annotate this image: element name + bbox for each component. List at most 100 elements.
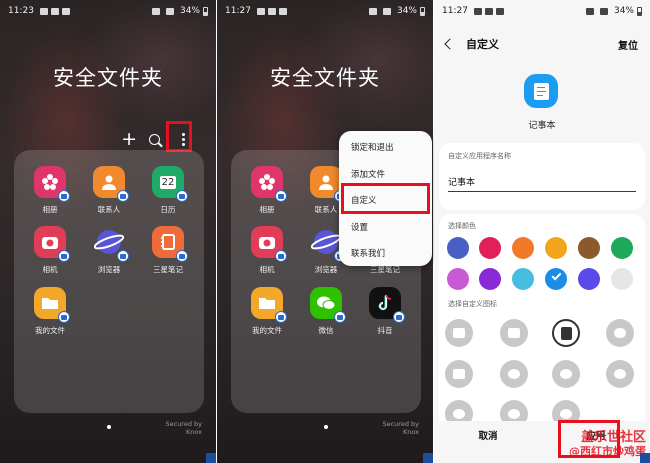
knox-label: Secured by Knox xyxy=(165,420,202,436)
app-name-input[interactable]: 记事本 xyxy=(448,175,475,188)
color-swatch-green[interactable] xyxy=(611,237,633,259)
tiktok-icon xyxy=(369,287,405,323)
color-swatch-sky-selected[interactable] xyxy=(545,268,567,290)
page-title: 安全文件夹 xyxy=(270,66,380,90)
planet-icon xyxy=(93,226,129,262)
battery-percent: 34% xyxy=(613,6,634,16)
secure-badge-icon xyxy=(393,311,405,323)
back-icon[interactable] xyxy=(444,38,456,50)
knox-label: Secured by Knox xyxy=(382,420,419,436)
landscape-icon[interactable] xyxy=(445,360,473,388)
watermark-line: @西红市炒鸡蛋 xyxy=(569,445,646,458)
planet-icon xyxy=(310,226,346,262)
app-contacts[interactable]: 联系人 xyxy=(86,166,132,215)
note-icon[interactable] xyxy=(552,319,580,347)
app-douyin[interactable]: 抖音 xyxy=(362,287,408,336)
app-browser[interactable]: 浏览器 xyxy=(86,226,132,275)
app-label: 日历 xyxy=(160,205,176,214)
notification-icon xyxy=(61,7,70,15)
status-bar: 11:27 34% xyxy=(434,0,650,22)
note-app-icon xyxy=(524,74,558,108)
color-swatch-brown[interactable] xyxy=(578,237,600,259)
notification-icon xyxy=(473,7,482,15)
header: 自定义 复位 xyxy=(434,30,650,58)
app-label: 三星笔记 xyxy=(153,265,183,274)
watermark-line: 盖乐世社区 xyxy=(580,430,646,445)
notification-icon xyxy=(50,7,59,15)
cancel-button[interactable]: 取消 xyxy=(434,421,542,463)
secure-badge-icon xyxy=(275,250,287,262)
app-gallery[interactable]: 相册 xyxy=(244,166,290,215)
chat-icon[interactable] xyxy=(606,319,634,347)
app-name-preview: 记事本 xyxy=(528,121,556,131)
page-title: 自定义 xyxy=(466,38,499,51)
corner-decoration xyxy=(640,453,650,463)
calendar-date: 22 xyxy=(159,175,177,189)
app-wechat[interactable]: 微信 xyxy=(303,287,349,336)
secure-badge-icon xyxy=(334,311,346,323)
battery-icon xyxy=(637,6,642,16)
color-swatch-purple[interactable] xyxy=(479,268,501,290)
app-grid: 相册 联系人 22 日历 相机 浏览器 三星笔记 我的文件 xyxy=(14,150,204,413)
page-indicator xyxy=(324,425,328,429)
app-my-files[interactable]: 我的文件 xyxy=(27,287,73,336)
app-my-files[interactable]: 我的文件 xyxy=(244,287,290,336)
color-swatch-cyan[interactable] xyxy=(512,268,534,290)
app-label: 联系人 xyxy=(97,205,121,214)
battery-percent: 34% xyxy=(179,6,200,16)
page-indicator xyxy=(107,425,111,429)
briefcase-icon[interactable] xyxy=(500,319,528,347)
search-icon[interactable] xyxy=(149,133,160,145)
notebook-icon xyxy=(152,226,188,262)
color-swatch-light-gray[interactable] xyxy=(611,268,633,290)
status-time: 11:27 xyxy=(225,6,251,16)
secure-badge-icon xyxy=(58,190,70,202)
wifi-icon xyxy=(368,7,377,15)
battery-percent: 34% xyxy=(396,6,417,16)
shop-icon[interactable] xyxy=(445,319,473,347)
app-label: 微信 xyxy=(318,326,334,335)
camera-icon xyxy=(251,226,287,262)
app-label: 我的文件 xyxy=(35,326,65,335)
app-camera[interactable]: 相机 xyxy=(244,226,290,275)
status-time: 11:27 xyxy=(442,6,468,16)
reset-button[interactable]: 复位 xyxy=(618,37,638,52)
color-swatch-orchid[interactable] xyxy=(447,268,469,290)
signal-icon xyxy=(382,7,391,15)
highlight-box xyxy=(166,121,192,152)
app-label: 相机 xyxy=(259,265,275,274)
person-icon xyxy=(93,166,129,202)
wifi-icon xyxy=(585,7,594,15)
color-swatch-blue[interactable] xyxy=(447,237,469,259)
color-swatch-pink[interactable] xyxy=(479,237,501,259)
corner-decoration xyxy=(423,453,433,463)
watermark: 盖乐世社区 @西红市炒鸡蛋 xyxy=(569,431,646,459)
folder-icon xyxy=(34,287,70,323)
secure-badge-icon xyxy=(275,190,287,202)
highlight-box xyxy=(341,183,430,214)
app-label: 相册 xyxy=(42,205,58,214)
status-bar: 11:27 34% xyxy=(217,0,433,22)
app-samsung-notes[interactable]: 三星笔记 xyxy=(145,226,191,275)
status-bar: 11:23 34% xyxy=(0,0,216,22)
color-swatch-indigo[interactable] xyxy=(578,268,600,290)
menu-item-lock-exit[interactable]: 锁定和退出 xyxy=(339,135,432,162)
app-gallery[interactable]: 相册 xyxy=(27,166,73,215)
color-swatch-orange[interactable] xyxy=(512,237,534,259)
name-section-label: 自定义应用程序名称 xyxy=(448,152,511,160)
app-label: 相机 xyxy=(42,265,58,274)
notification-icon xyxy=(495,7,504,15)
battery-icon xyxy=(203,6,208,16)
menu-item-contact-us[interactable]: 联系我们 xyxy=(339,241,432,268)
cherry-icon[interactable] xyxy=(552,360,580,388)
color-swatch-amber[interactable] xyxy=(545,237,567,259)
app-calendar[interactable]: 22 日历 xyxy=(145,166,191,215)
screen-customize: 11:27 34% 自定义 复位 记事本 自定义应用程序名称 记事本 选择颜色 … xyxy=(434,0,650,463)
notification-icon xyxy=(267,7,276,15)
flower-outline-icon[interactable] xyxy=(500,360,528,388)
monkey-icon[interactable] xyxy=(606,360,634,388)
secure-badge-icon xyxy=(117,250,129,262)
menu-item-settings[interactable]: 设置 xyxy=(339,215,432,242)
add-icon[interactable]: + xyxy=(121,130,137,149)
app-camera[interactable]: 相机 xyxy=(27,226,73,275)
